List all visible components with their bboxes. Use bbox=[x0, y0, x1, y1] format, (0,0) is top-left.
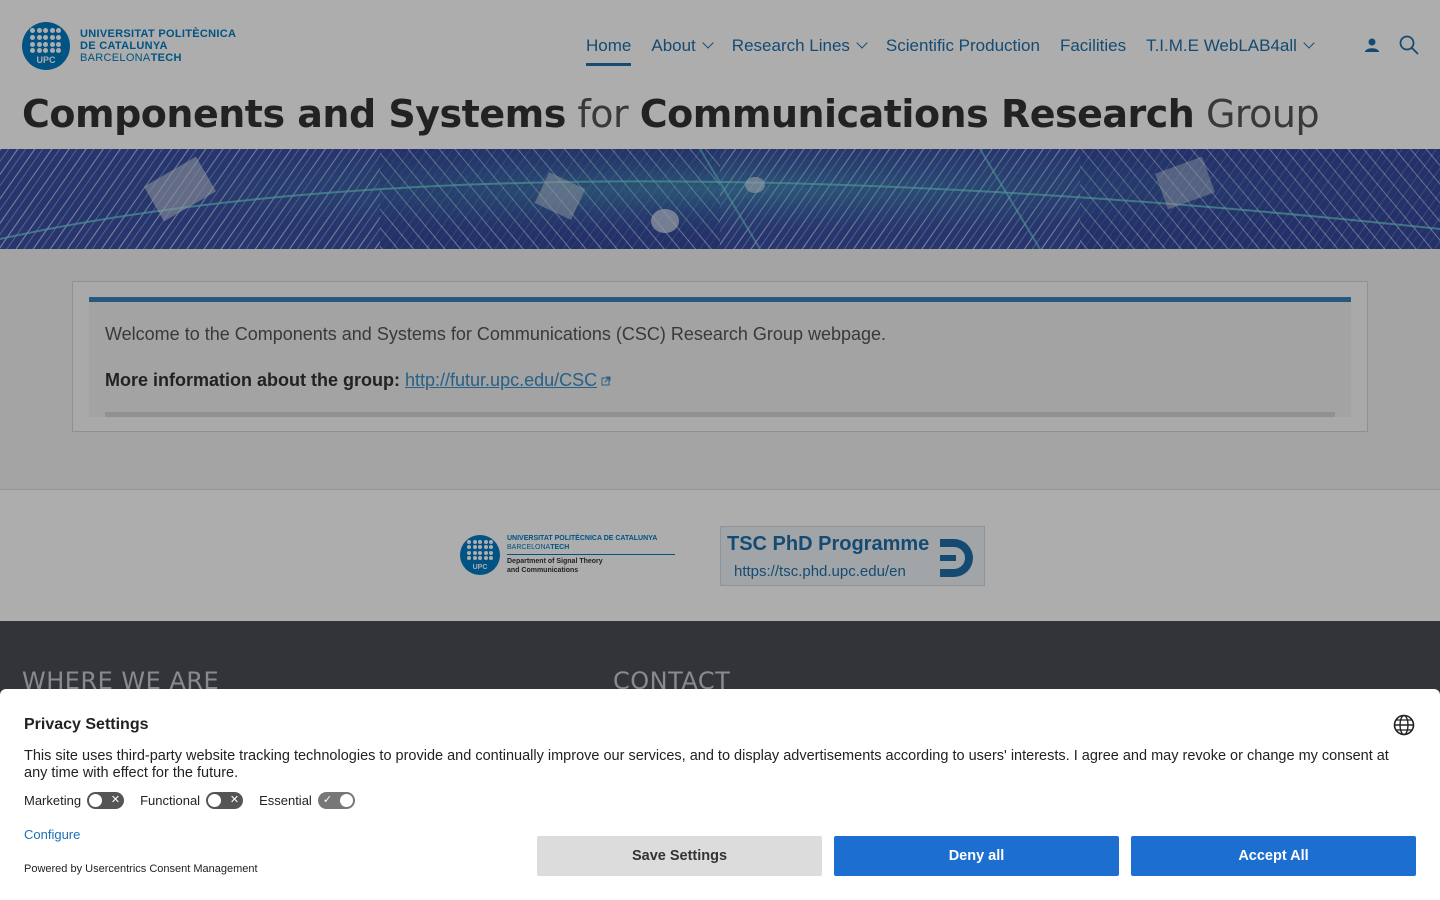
save-settings-button[interactable]: Save Settings bbox=[537, 836, 822, 876]
essential-toggle-group: Essential ✓ bbox=[259, 792, 355, 809]
privacy-consent-banner: Privacy Settings This site uses third-pa… bbox=[0, 689, 1440, 900]
close-icon: ✕ bbox=[229, 794, 240, 806]
marketing-label: Marketing bbox=[24, 793, 82, 808]
close-icon: ✕ bbox=[110, 794, 121, 806]
globe-icon[interactable] bbox=[1393, 714, 1415, 736]
functional-toggle-group: Functional ✕ bbox=[140, 792, 244, 809]
powered-by-text: Powered by Usercentrics Consent Manageme… bbox=[24, 863, 258, 875]
essential-label: Essential bbox=[259, 793, 312, 808]
essential-toggle: ✓ bbox=[317, 792, 355, 809]
marketing-toggle[interactable]: ✕ bbox=[87, 792, 125, 809]
privacy-title: Privacy Settings bbox=[24, 716, 149, 733]
marketing-toggle-group: Marketing ✕ bbox=[24, 792, 125, 809]
deny-all-button[interactable]: Deny all bbox=[834, 836, 1119, 876]
check-icon: ✓ bbox=[322, 794, 333, 806]
functional-label: Functional bbox=[140, 793, 201, 808]
accept-all-button[interactable]: Accept All bbox=[1131, 836, 1416, 876]
consent-toggles: Marketing ✕ Functional ✕ Essential ✓ bbox=[24, 792, 371, 809]
configure-link[interactable]: Configure bbox=[24, 827, 80, 842]
privacy-description: This site uses third-party website track… bbox=[24, 748, 1389, 781]
functional-toggle[interactable]: ✕ bbox=[206, 792, 244, 809]
